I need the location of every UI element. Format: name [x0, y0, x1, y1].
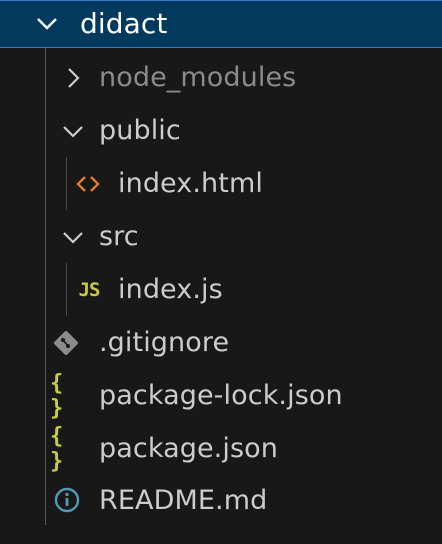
chevron-down-icon [60, 118, 86, 144]
git-icon [52, 329, 80, 357]
json-icon: { } [50, 424, 66, 474]
tree-item-label: index.js [118, 274, 223, 305]
tree-item-label: didact [80, 7, 168, 40]
tree-item-node-modules[interactable]: node_modules [0, 51, 442, 104]
tree-item-label: README.md [99, 485, 268, 516]
chevron-down-icon [34, 11, 60, 37]
tree-item-package-json[interactable]: { } package.json [0, 422, 442, 475]
chevron-down-icon [60, 224, 86, 250]
tree-item-label: index.html [118, 168, 263, 199]
tree-item-index-html[interactable]: index.html [0, 157, 442, 210]
info-icon [53, 486, 81, 514]
tree-item-label: package-lock.json [99, 380, 343, 411]
chevron-right-icon [60, 65, 86, 91]
tree-item-label: public [99, 115, 181, 146]
js-icon: JS [78, 279, 101, 301]
html-icon [75, 171, 101, 197]
tree-item-readme-md[interactable]: README.md [0, 474, 442, 527]
tree-item-package-lock-json[interactable]: { } package-lock.json [0, 369, 442, 422]
tree-item-gitignore[interactable]: .gitignore [0, 316, 442, 369]
json-icon: { } [50, 371, 66, 421]
tree-item-label: node_modules [99, 62, 297, 93]
tree-item-didact[interactable]: didact [0, 0, 442, 48]
tree-item-label: src [99, 221, 139, 252]
tree-item-public[interactable]: public [0, 104, 442, 157]
tree-item-label: .gitignore [99, 327, 230, 358]
tree-item-src[interactable]: src [0, 210, 442, 263]
tree-item-index-js[interactable]: JS index.js [0, 263, 442, 316]
tree-item-label: package.json [99, 433, 278, 464]
